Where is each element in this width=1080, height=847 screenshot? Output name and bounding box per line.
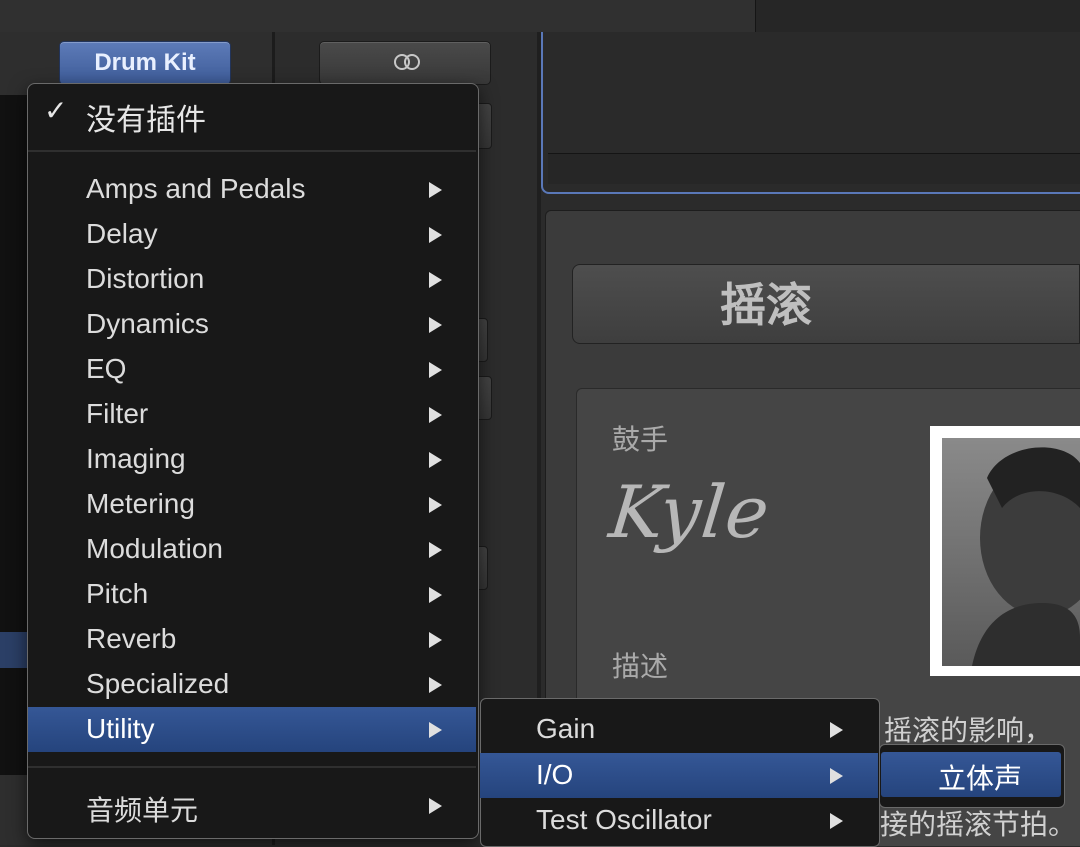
menu-item-label: Metering <box>86 488 195 519</box>
submenu-arrow-icon <box>429 497 442 513</box>
submenu-arrow-icon <box>429 182 442 198</box>
menu-item-label: Distortion <box>86 263 205 294</box>
linked-circles-icon <box>394 54 420 70</box>
menu-item-label: Pitch <box>86 578 149 609</box>
submenu-arrow-icon <box>429 272 442 288</box>
menu-item-label: Specialized <box>86 668 230 699</box>
menu-item-label: Imaging <box>86 443 186 474</box>
submenu-item-test-oscillator[interactable]: Test Oscillator <box>480 798 878 843</box>
drummer-label: 鼓手 <box>612 424 669 455</box>
menu-separator <box>28 766 476 768</box>
menu-item-specialized[interactable]: Specialized <box>28 662 476 707</box>
drummer-signature: Kyle <box>605 470 774 554</box>
menu-item-no-plugin[interactable]: 没有插件 <box>86 95 206 139</box>
menu-item-label: Reverb <box>86 623 177 654</box>
description-label: 描述 <box>612 651 669 682</box>
top-strip-right <box>755 0 1080 32</box>
menu-item-metering[interactable]: Metering <box>28 482 476 527</box>
submenu-item-label: Gain <box>536 713 596 744</box>
submenu-item-stereo[interactable]: 立体声 <box>881 752 1061 797</box>
editor-area-footer <box>548 153 1080 184</box>
menu-item-utility[interactable]: Utility <box>28 707 476 752</box>
submenu-arrow-icon <box>429 722 442 738</box>
menu-item-eq[interactable]: EQ <box>28 347 476 392</box>
menu-item-delay[interactable]: Delay <box>28 212 476 257</box>
submenu-arrow-icon <box>429 362 442 378</box>
drummer-portrait <box>942 438 1080 666</box>
checkmark-icon: ✓ <box>44 95 68 126</box>
genre-button[interactable]: 摇滚 <box>572 264 1080 344</box>
description-line: 接的摇滚节拍。 <box>880 809 1077 840</box>
submenu-arrow-icon <box>429 587 442 603</box>
submenu-arrow-icon <box>429 798 442 814</box>
description-line: 摇滚的影响， <box>884 715 1053 746</box>
submenu-arrow-icon <box>429 677 442 693</box>
menu-item-label: Modulation <box>86 533 223 564</box>
menu-item-filter[interactable]: Filter <box>28 392 476 437</box>
patch-button[interactable]: Drum Kit <box>59 41 231 85</box>
menu-item-pitch[interactable]: Pitch <box>28 572 476 617</box>
menu-item-modulation[interactable]: Modulation <box>28 527 476 572</box>
submenu-arrow-icon <box>429 317 442 333</box>
submenu-arrow-icon <box>830 813 843 829</box>
submenu-arrow-icon <box>429 407 442 423</box>
menu-separator <box>28 150 476 152</box>
menu-item-label: Filter <box>86 398 149 429</box>
submenu-arrow-icon <box>830 722 843 738</box>
menu-item-label: Amps and Pedals <box>86 173 306 204</box>
menu-item-imaging[interactable]: Imaging <box>28 437 476 482</box>
menu-item-label: EQ <box>86 353 127 384</box>
submenu-arrow-icon <box>830 768 843 784</box>
menu-item-label: 音频单元 <box>86 795 199 826</box>
menu-item-dynamics[interactable]: Dynamics <box>28 302 476 347</box>
channel-strip-edge <box>0 95 30 775</box>
submenu-item-label: I/O <box>536 759 574 790</box>
submenu-arrow-icon <box>429 452 442 468</box>
menu-item-reverb[interactable]: Reverb <box>28 617 476 662</box>
selected-track-edge <box>0 632 30 668</box>
menu-item-label: Utility <box>86 713 155 744</box>
submenu-arrow-icon <box>429 227 442 243</box>
menu-item-audio-units[interactable]: 音频单元 <box>28 783 476 828</box>
menu-item-distortion[interactable]: Distortion <box>28 257 476 302</box>
submenu-item-io[interactable]: I/O <box>480 753 878 798</box>
person-silhouette-icon <box>942 438 1080 666</box>
menu-item-amps-and-pedals[interactable]: Amps and Pedals <box>28 167 476 212</box>
submenu-item-gain[interactable]: Gain <box>480 707 878 752</box>
submenu-arrow-icon <box>429 632 442 648</box>
menu-item-label: Delay <box>86 218 158 249</box>
submenu-item-label: 立体声 <box>938 763 1023 794</box>
submenu-item-label: Test Oscillator <box>536 804 712 835</box>
submenu-arrow-icon <box>429 542 442 558</box>
menu-item-label: Dynamics <box>86 308 209 339</box>
